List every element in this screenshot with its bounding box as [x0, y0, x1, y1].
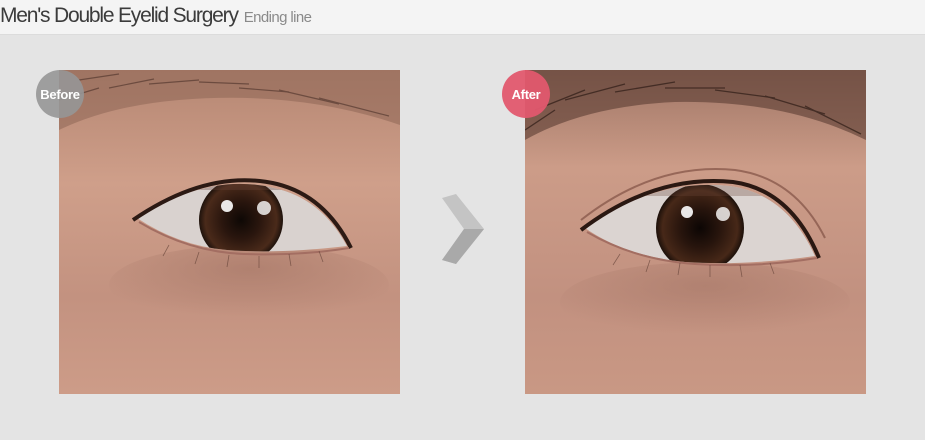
after-photo [525, 70, 866, 394]
before-photo [59, 70, 400, 394]
title-subtitle: Ending line [243, 9, 312, 26]
title-main: Men's Double Eyelid Surgery [0, 4, 239, 27]
page-header: Men's Double Eyelid Surgery Ending line [0, 0, 925, 35]
after-badge: After [502, 70, 550, 118]
before-badge: Before [36, 70, 84, 118]
chevron-right-icon [440, 194, 486, 264]
page-title: Men's Double Eyelid Surgery Ending line [0, 4, 312, 28]
